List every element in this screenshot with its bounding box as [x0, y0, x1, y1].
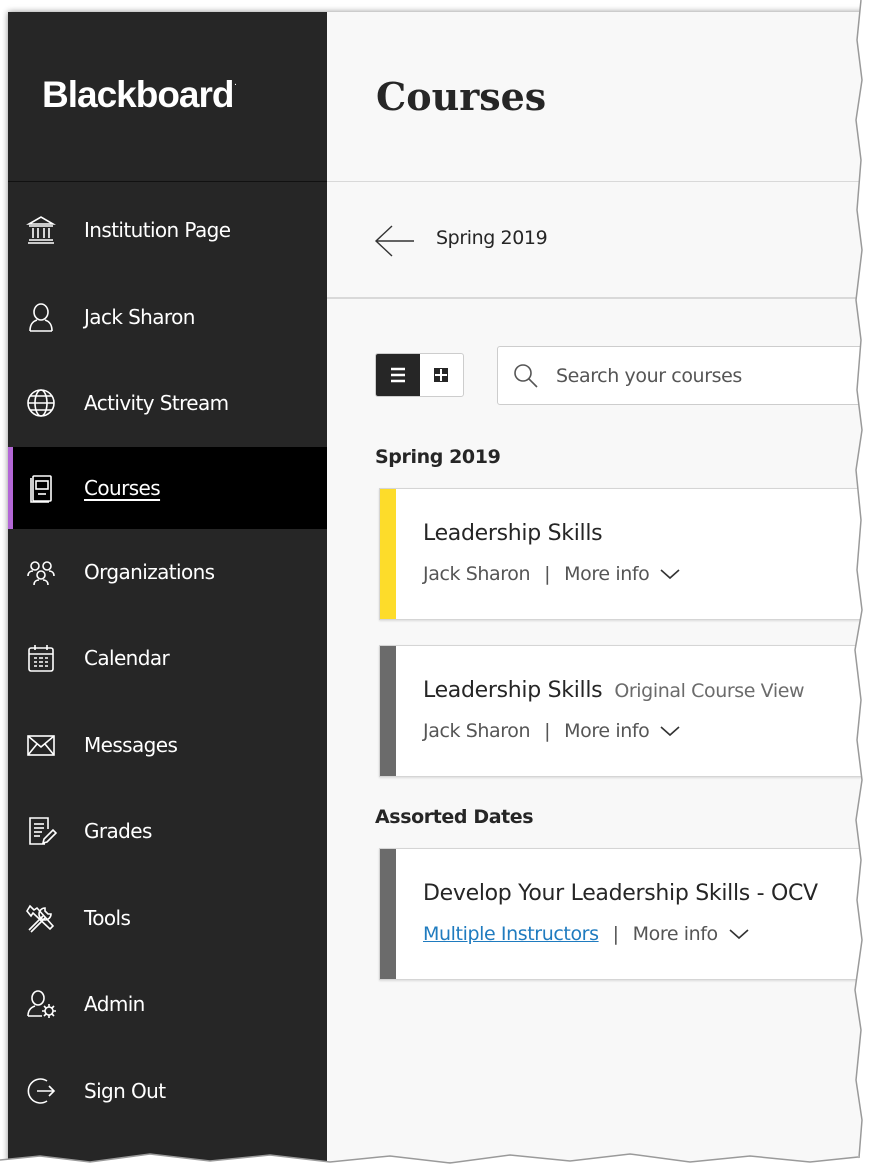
sidebar-item-activity-stream[interactable]: Activity Stream [8, 360, 327, 447]
course-card[interactable]: Develop Your Leadership Skills - OCV Mul… [379, 848, 872, 980]
course-title[interactable]: Develop Your Leadership Skills - OCV [423, 881, 818, 906]
sidebar-item-label: Organizations [84, 559, 215, 584]
grid-view-button[interactable] [420, 354, 464, 396]
main-content: Courses Spring 2019 Search your courses … [327, 12, 872, 1162]
sidebar-divider [8, 181, 327, 182]
admin-icon [24, 987, 58, 1021]
sidebar-item-label: Admin [84, 992, 145, 1017]
more-info-label: More info [632, 923, 719, 945]
calendar-icon [24, 641, 58, 675]
blackboard-logo[interactable]: Blackboard. [42, 74, 236, 116]
sidebar-item-label: Grades [84, 819, 152, 844]
sidebar-item-tools[interactable]: Tools [8, 875, 327, 962]
sidebar-item-label: Activity Stream [84, 391, 229, 416]
sidebar-item-label: Messages [84, 732, 178, 757]
term-label: Spring 2019 [436, 227, 548, 249]
page-header: Courses [327, 12, 872, 182]
sidebar-item-courses[interactable]: Courses [8, 446, 327, 529]
list-view-button[interactable] [376, 354, 420, 396]
more-info-toggle[interactable]: More info [564, 720, 681, 742]
organizations-icon [24, 555, 58, 589]
chevron-down-icon [660, 569, 680, 580]
page-title: Courses [376, 74, 547, 119]
grid-icon [434, 368, 449, 382]
grades-icon [24, 814, 58, 848]
course-card[interactable]: Leadership Skills Original Course View Ja… [379, 645, 872, 777]
meta-separator: | [544, 563, 551, 585]
course-card[interactable]: Leadership Skills Jack Sharon | More inf… [379, 488, 872, 620]
user-icon [24, 300, 58, 334]
sidebar-item-institution-page[interactable]: Institution Page [8, 187, 327, 274]
sidebar-item-sign-out[interactable]: Sign Out [8, 1048, 327, 1135]
search-box [497, 346, 872, 405]
course-title[interactable]: Leadership Skills [423, 678, 603, 703]
back-arrow-icon[interactable] [374, 223, 416, 259]
sidebar-item-messages[interactable]: Messages [8, 702, 327, 789]
chevron-down-icon [660, 726, 680, 737]
institution-icon [24, 213, 58, 247]
sidebar-item-admin[interactable]: Admin [8, 961, 327, 1048]
globe-icon [24, 386, 58, 420]
group-heading-assorted-dates: Assorted Dates [375, 806, 534, 828]
course-view-label: Original Course View [614, 680, 805, 702]
chevron-down-icon [729, 929, 749, 940]
meta-separator: | [544, 720, 551, 742]
sidebar-item-organizations[interactable]: Organizations [8, 529, 327, 616]
sidebar-nav: Institution Page Jack Sharon Activity St… [8, 187, 327, 1134]
sign-out-icon [24, 1074, 58, 1108]
sidebar-item-calendar[interactable]: Calendar [8, 615, 327, 702]
instructors-link[interactable]: Multiple Instructors [423, 923, 599, 945]
envelope-icon [24, 728, 58, 762]
sidebar-item-label: Courses [84, 475, 161, 500]
course-color-stripe [380, 646, 396, 776]
course-color-stripe [380, 849, 396, 979]
sidebar-item-label: Jack Sharon [84, 304, 195, 329]
list-icon [390, 367, 405, 383]
course-instructor: Jack Sharon [423, 720, 531, 742]
course-list-area: Spring 2019 Leadership Skills Jack Sharo… [327, 301, 872, 1162]
more-info-toggle[interactable]: More info [564, 563, 681, 585]
term-bar: Spring 2019 [327, 183, 872, 299]
courses-icon [24, 471, 58, 505]
course-instructor: Jack Sharon [423, 563, 531, 585]
course-title[interactable]: Leadership Skills [423, 521, 603, 546]
sidebar-item-label: Tools [84, 905, 131, 930]
group-heading-spring-2019: Spring 2019 [375, 446, 501, 468]
sidebar-item-label: Sign Out [84, 1078, 166, 1103]
tools-icon [24, 901, 58, 935]
sidebar-item-label: Calendar [84, 646, 170, 671]
view-toggle [375, 353, 464, 397]
course-color-stripe [380, 489, 396, 619]
more-info-toggle[interactable]: More info [633, 923, 750, 945]
sidebar-item-profile[interactable]: Jack Sharon [8, 274, 327, 361]
app-window: Blackboard. Institution Page Jack Sharon… [8, 12, 872, 1162]
sidebar-item-grades[interactable]: Grades [8, 788, 327, 875]
search-icon [512, 362, 540, 390]
search-input[interactable] [556, 347, 872, 404]
meta-separator: | [612, 923, 619, 945]
sidebar-item-label: Institution Page [84, 218, 231, 243]
more-info-label: More info [564, 563, 650, 585]
more-info-label: More info [564, 720, 650, 742]
sidebar: Blackboard. Institution Page Jack Sharon… [8, 12, 327, 1162]
